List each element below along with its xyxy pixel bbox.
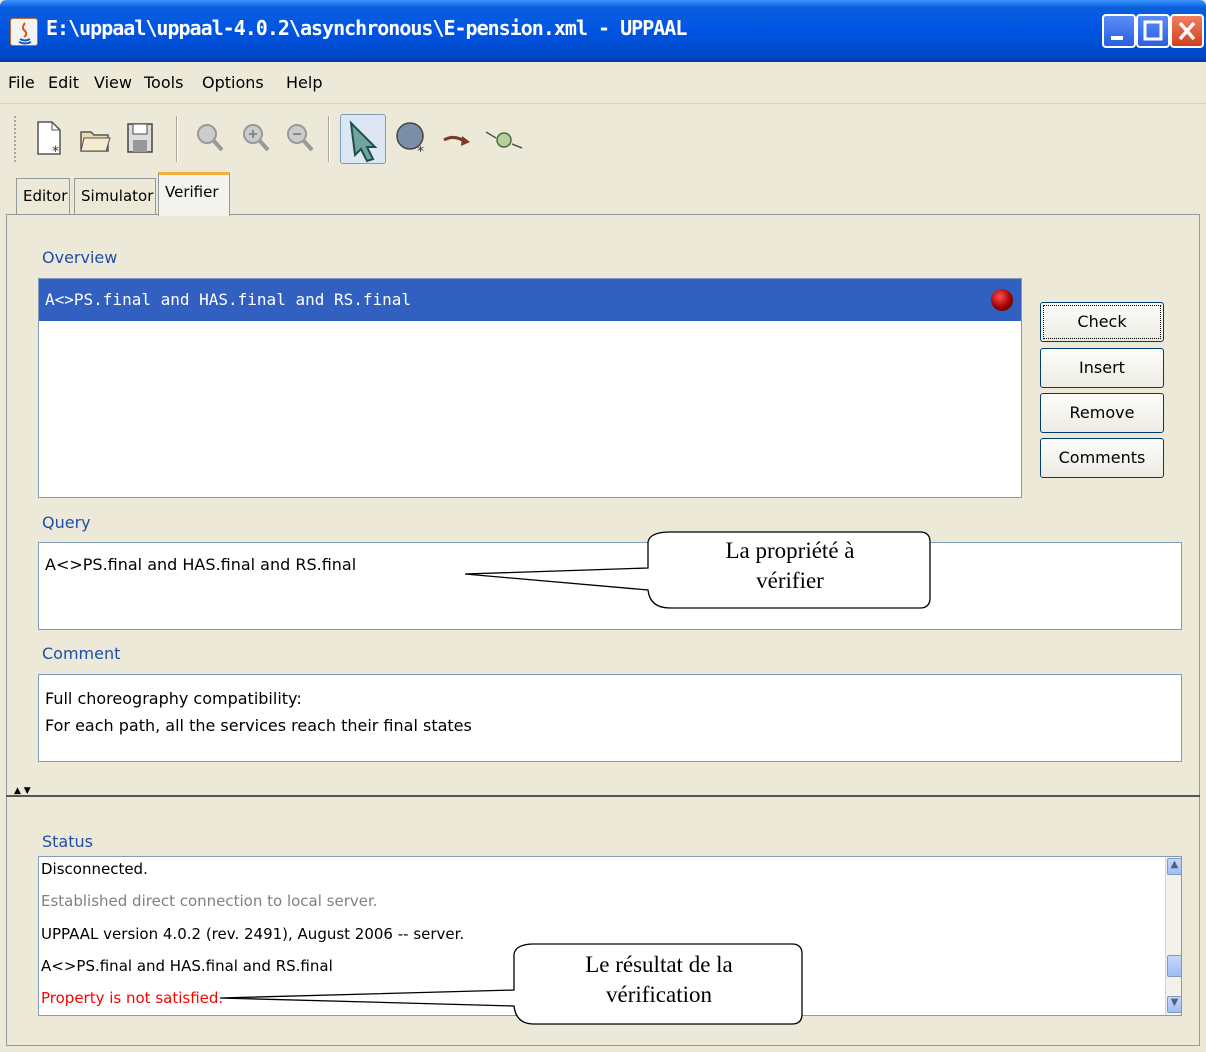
menu-file[interactable]: File xyxy=(8,73,35,92)
scroll-up-icon[interactable]: ▲ xyxy=(1167,858,1181,875)
status-line: Disconnected. xyxy=(41,860,148,878)
status-scrollbar[interactable]: ▲ ▼ xyxy=(1165,857,1181,1015)
new-document-icon[interactable]: * xyxy=(32,118,66,160)
query-text: A<>PS.final and HAS.final and RS.final xyxy=(45,290,412,309)
menu-view[interactable]: View xyxy=(94,73,132,92)
comment-label: Comment xyxy=(42,644,121,663)
add-nail-icon[interactable] xyxy=(482,118,523,158)
minimize-icon xyxy=(1111,36,1123,40)
status-result-line: Property is not satisfied. xyxy=(41,989,224,1007)
menu-help[interactable]: Help xyxy=(286,73,322,92)
zoom-icon[interactable] xyxy=(192,118,226,158)
svg-text:*: * xyxy=(52,144,59,158)
menu-options[interactable]: Options xyxy=(202,73,264,92)
toolbar-grip[interactable] xyxy=(14,116,18,162)
callout-line: Le résultat de la xyxy=(585,952,733,977)
callout-line: vérification xyxy=(605,982,712,1007)
maximize-icon xyxy=(1143,20,1163,41)
toolbar-separator xyxy=(176,116,178,162)
window-title: E:\uppaal\uppaal-4.0.2\asynchronous\E-pe… xyxy=(46,16,687,40)
minimize-button[interactable] xyxy=(1102,14,1136,48)
open-folder-icon[interactable] xyxy=(78,118,112,158)
divider-expand-arrows-icon[interactable]: ▲ ▼ xyxy=(14,786,31,796)
menu-bar: File Edit View Tools Options Help xyxy=(0,62,1206,104)
title-bar[interactable]: E:\uppaal\uppaal-4.0.2\asynchronous\E-pe… xyxy=(0,0,1206,62)
overview-list[interactable]: A<>PS.final and HAS.final and RS.final xyxy=(38,278,1022,498)
list-item[interactable]: A<>PS.final and HAS.final and RS.final xyxy=(39,279,1021,321)
insert-button[interactable]: Insert xyxy=(1040,348,1164,388)
query-status-red-icon xyxy=(991,289,1013,311)
status-label: Status xyxy=(42,832,93,851)
property-callout: La propriété à vérifier xyxy=(650,536,930,596)
status-line: Established direct connection to local s… xyxy=(41,892,378,910)
scroll-thumb[interactable] xyxy=(1167,955,1181,977)
add-edge-icon[interactable] xyxy=(440,118,474,158)
select-tool-button[interactable] xyxy=(340,114,386,164)
check-button[interactable]: Check xyxy=(1040,302,1164,342)
svg-text:*: * xyxy=(417,144,424,158)
result-callout: Le résultat de la vérification xyxy=(516,950,802,1010)
save-icon[interactable] xyxy=(122,118,156,158)
zoom-out-icon[interactable] xyxy=(282,118,316,158)
close-button[interactable] xyxy=(1170,14,1204,48)
tab-simulator[interactable]: Simulator xyxy=(74,178,156,214)
query-label: Query xyxy=(42,513,91,532)
maximize-button[interactable] xyxy=(1136,14,1170,48)
java-app-icon[interactable] xyxy=(10,18,38,46)
add-location-icon[interactable]: * xyxy=(392,118,426,160)
remove-button[interactable]: Remove xyxy=(1040,393,1164,433)
comment-line: For each path, all the services reach th… xyxy=(45,716,472,735)
callout-line: vérifier xyxy=(756,568,824,593)
menu-edit[interactable]: Edit xyxy=(48,73,79,92)
callout-line: La propriété à xyxy=(725,538,855,563)
comment-line: Full choreography compatibility: xyxy=(45,689,302,708)
comments-button[interactable]: Comments xyxy=(1040,438,1164,478)
tab-verifier[interactable]: Verifier xyxy=(158,172,230,216)
status-line: UPPAAL version 4.0.2 (rev. 2491), August… xyxy=(41,925,465,943)
zoom-in-icon[interactable] xyxy=(238,118,272,158)
scroll-down-icon[interactable]: ▼ xyxy=(1167,996,1181,1013)
tab-editor[interactable]: Editor xyxy=(16,178,70,214)
close-icon xyxy=(1178,21,1196,41)
select-arrow-icon xyxy=(349,120,378,163)
split-pane-divider[interactable] xyxy=(6,795,1200,807)
toolbar-separator xyxy=(328,116,330,162)
toolbar: * * xyxy=(0,104,1206,172)
overview-label: Overview xyxy=(42,248,118,267)
comment-field[interactable]: Full choreography compatibility: For eac… xyxy=(38,674,1182,762)
menu-tools[interactable]: Tools xyxy=(144,73,183,92)
